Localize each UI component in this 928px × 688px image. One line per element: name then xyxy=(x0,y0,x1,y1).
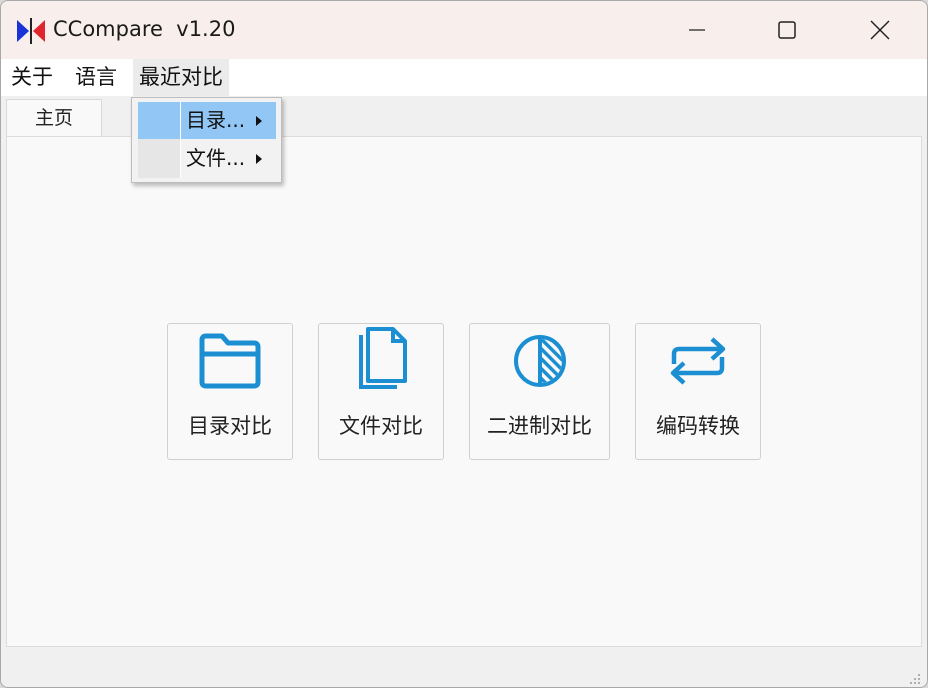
close-button[interactable] xyxy=(834,1,926,59)
resize-grip-icon[interactable] xyxy=(909,673,921,685)
close-icon xyxy=(870,20,890,40)
submenu-arrow-icon xyxy=(256,116,262,126)
home-panel: 目录对比 文件对比 二进制对比 编码转换 xyxy=(6,136,922,647)
status-bar xyxy=(1,649,927,687)
app-logo-icon xyxy=(17,18,45,44)
app-window: CCompare v1.20 关于 语言 最近对比 主页 目录对比 文件对比 二… xyxy=(0,0,928,688)
tab-home[interactable]: 主页 xyxy=(6,99,102,137)
file-compare-label: 文件对比 xyxy=(339,414,423,438)
file-compare-button[interactable]: 文件对比 xyxy=(318,323,444,460)
menu-divider xyxy=(180,102,181,178)
dropdown-item-directory-label: 目录... xyxy=(186,108,246,132)
maximize-button[interactable] xyxy=(741,1,833,59)
encoding-convert-button[interactable]: 编码转换 xyxy=(635,323,761,460)
dropdown-item-file-label: 文件... xyxy=(186,146,246,170)
menu-about[interactable]: 关于 xyxy=(5,59,59,96)
submenu-arrow-icon xyxy=(256,154,262,164)
title-bar[interactable]: CCompare v1.20 xyxy=(1,1,927,59)
recent-compare-dropdown: 目录... 文件... xyxy=(131,97,282,183)
window-title: CCompare v1.20 xyxy=(53,17,236,41)
dropdown-item-directory[interactable]: 目录... xyxy=(138,102,276,139)
menu-language[interactable]: 语言 xyxy=(69,59,123,96)
folder-compare-label: 目录对比 xyxy=(188,414,272,438)
menu-bar: 关于 语言 最近对比 xyxy=(1,59,927,96)
repeat-arrows-icon xyxy=(670,337,726,385)
binary-compare-button[interactable]: 二进制对比 xyxy=(469,323,610,460)
minimize-button[interactable] xyxy=(651,1,743,59)
minimize-icon xyxy=(689,29,705,31)
folder-icon xyxy=(199,333,261,389)
binary-compare-label: 二进制对比 xyxy=(487,414,592,438)
dropdown-item-file[interactable]: 文件... xyxy=(138,140,276,177)
half-circle-icon xyxy=(513,335,566,387)
folder-compare-button[interactable]: 目录对比 xyxy=(167,323,293,460)
encoding-convert-label: 编码转换 xyxy=(656,414,740,438)
menu-recent-compare[interactable]: 最近对比 xyxy=(133,59,229,96)
maximize-icon xyxy=(778,21,796,39)
files-icon xyxy=(359,327,407,389)
